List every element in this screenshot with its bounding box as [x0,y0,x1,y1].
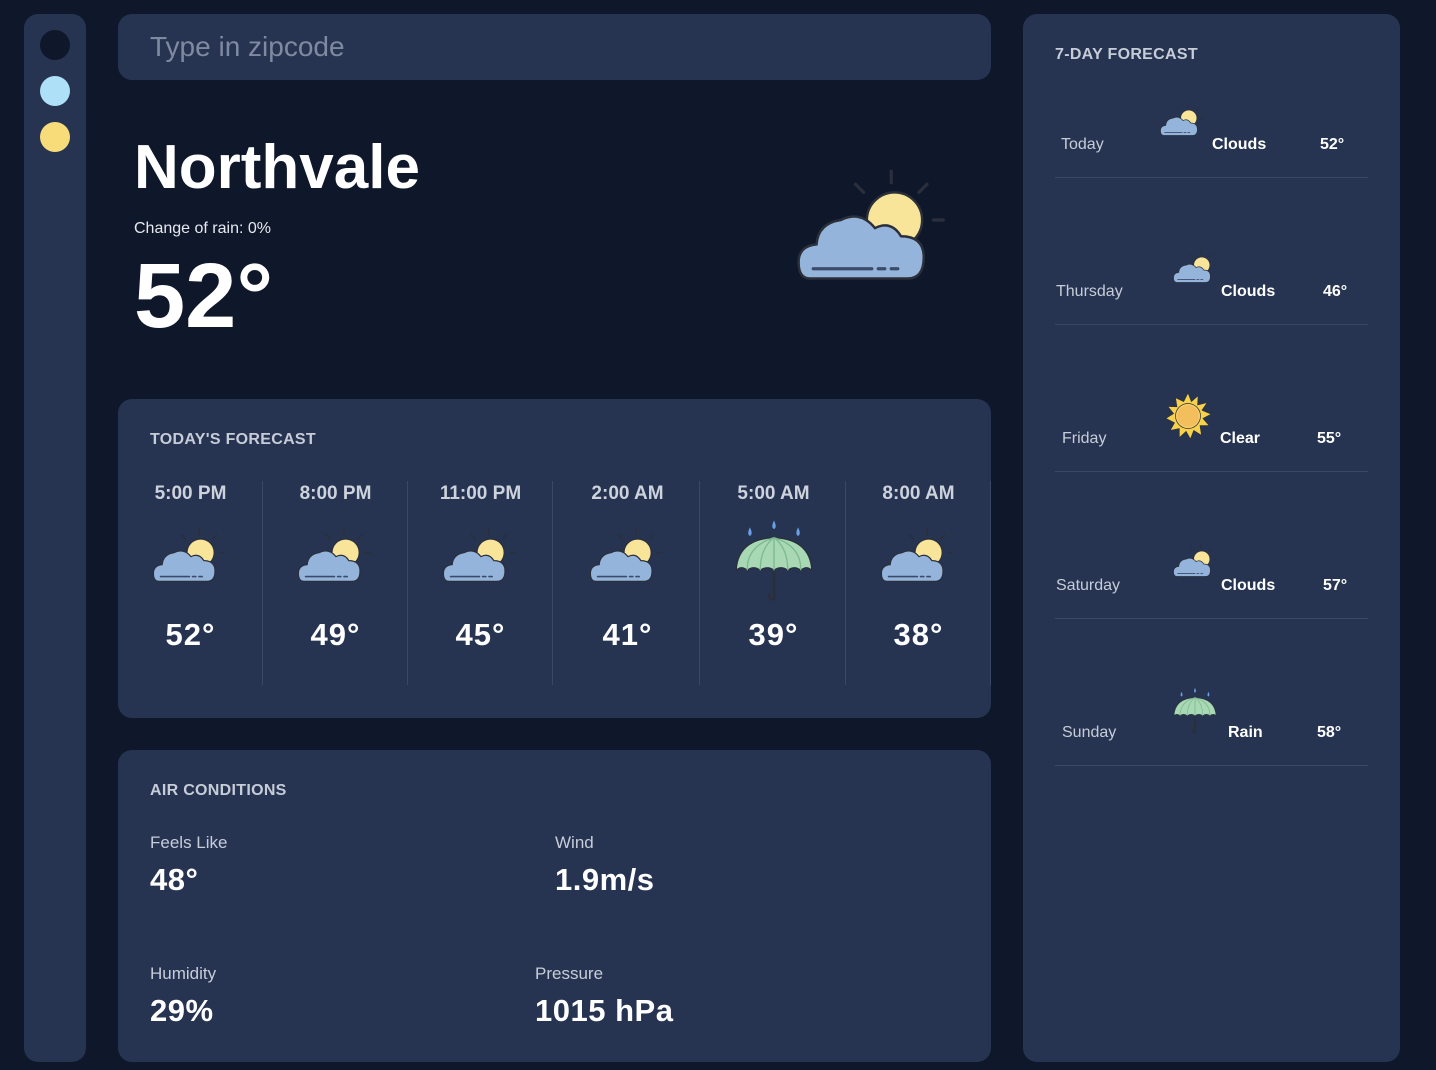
humidity-value: 29% [150,993,214,1028]
forecast-time: 11:00 PM [439,483,522,504]
rain-chance: Change of rain: 0% [134,220,271,237]
cloud-sun-icon [790,168,960,298]
daily-forecast-row: Friday Clear 55° [1055,325,1368,472]
forecast-time: 8:00 PM [299,483,372,504]
humidity-label: Humidity [150,964,217,983]
cloud-sun-icon [441,519,521,599]
theme-option-dark[interactable] [40,30,70,60]
forecast-temperature: 41° [602,617,653,652]
day-temperature: 58° [1317,724,1342,741]
forecast-time: 2:00 AM [591,483,664,504]
forecast-temperature: 45° [455,617,506,652]
pressure-label: Pressure [535,964,604,983]
hourly-forecast-item: 8:00 PM 49° [263,481,408,685]
forecast-time: 5:00 PM [154,483,227,504]
feels-like-value: 48° [150,862,199,897]
day-condition: Rain [1228,724,1263,741]
forecast-time: 5:00 AM [737,483,810,504]
forecast-temperature: 39° [748,617,799,652]
hourly-forecast-item: 8:00 AM 38° [846,481,991,685]
theme-option-yellow[interactable] [40,122,70,152]
daily-forecast-row: Sunday Rain 58° [1055,619,1368,766]
cloud-sun-icon [151,519,231,599]
day-condition: Clouds [1221,283,1276,300]
theme-option-blue[interactable] [40,76,70,106]
forecast-time: 8:00 AM [882,483,955,504]
air-conditions-panel: AIR CONDITIONS Feels Like 48° Wind 1.9m/… [118,750,991,1062]
day-condition: Clouds [1221,577,1276,594]
day-name: Today [1061,136,1104,153]
cloud-sun-icon [588,519,668,599]
forecast-temperature: 38° [893,617,944,652]
daily-forecast-row: Thursday Clouds 46° [1055,178,1368,325]
current-temperature: 52° [134,245,274,347]
wind-label: Wind [555,833,594,852]
day-temperature: 57° [1323,577,1348,594]
air-conditions-title: AIR CONDITIONS [150,782,287,799]
umbrella-rain-icon [731,517,817,603]
cloud-sun-icon [1172,245,1220,293]
todays-forecast-panel: TODAY'S FORECAST 5:00 PM 52° 8:00 PM 49°… [118,399,991,718]
day-condition: Clouds [1212,136,1267,153]
hourly-forecast-item: 5:00 AM 39° [701,481,846,685]
daily-forecast-row: Today Clouds 52° [1055,31,1368,178]
umbrella-rain-icon [1171,686,1219,734]
cloud-sun-icon [296,519,376,599]
search-bar [118,14,991,80]
sidebar [24,14,86,1062]
feels-like-label: Feels Like [150,833,228,852]
hourly-forecast-item: 2:00 AM 41° [555,481,700,685]
zipcode-search-input[interactable] [118,14,991,80]
day-name: Saturday [1056,577,1121,594]
day-temperature: 55° [1317,430,1342,447]
weekly-forecast-panel: 7-DAY FORECAST Today Clouds 52° Thursday… [1023,14,1400,1062]
day-name: Sunday [1062,724,1117,741]
todays-forecast-title: TODAY'S FORECAST [150,431,316,448]
wind-value: 1.9m/s [555,862,655,897]
forecast-temperature: 52° [165,617,216,652]
day-temperature: 46° [1323,283,1348,300]
sun-icon [1164,392,1212,440]
day-name: Thursday [1056,283,1123,300]
hourly-forecast-item: 5:00 PM 52° [118,481,263,685]
day-temperature: 52° [1320,136,1345,153]
day-name: Friday [1062,430,1107,447]
day-condition: Clear [1220,430,1261,447]
hourly-forecast-item: 11:00 PM 45° [408,481,553,685]
daily-forecast-row: Saturday Clouds 57° [1055,472,1368,619]
pressure-value: 1015 hPa [535,993,674,1028]
row-divider [1055,765,1368,766]
cloud-sun-icon [1159,98,1207,146]
cloud-sun-icon [1172,539,1220,587]
forecast-temperature: 49° [310,617,361,652]
city-name: Northvale [134,133,420,202]
cloud-sun-icon [879,519,959,599]
